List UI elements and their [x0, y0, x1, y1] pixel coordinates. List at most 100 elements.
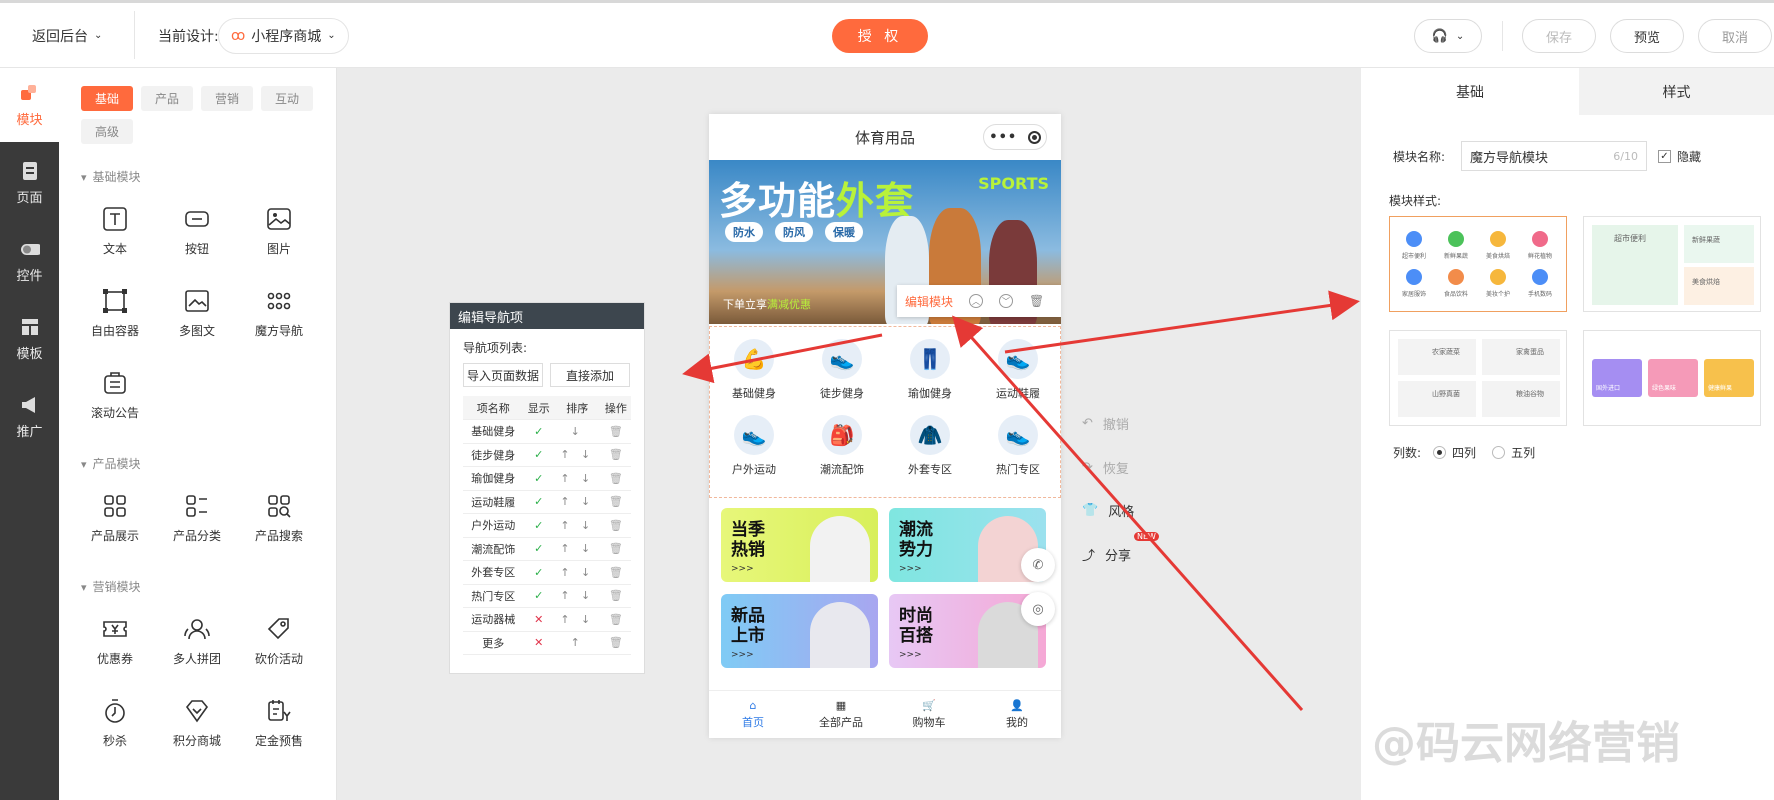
nav-grid-item[interactable]: 👟 热门专区: [974, 415, 1061, 493]
back-to-admin-button[interactable]: 返回后台 ⌄: [32, 3, 102, 68]
move-down-icon[interactable]: ﹀: [999, 294, 1014, 308]
module-cube-nav[interactable]: 魔方导航: [244, 288, 314, 358]
show-toggle[interactable]: ✕: [523, 607, 554, 632]
nav-grid-item[interactable]: 👟 徒步健身: [798, 339, 886, 417]
nav-grid-item[interactable]: 💪 基础健身: [710, 339, 798, 417]
table-row[interactable]: 徒步健身 ✓ ↑ ↓ 🗑: [463, 443, 631, 467]
show-toggle[interactable]: ✓: [523, 443, 554, 467]
sort-arrows[interactable]: ↑ ↓: [553, 537, 601, 561]
tab-all-products[interactable]: ▦ 全部产品: [797, 691, 885, 738]
delete-icon[interactable]: 🗑: [600, 443, 631, 467]
style-option-4[interactable]: 国外进口 绿色果味 健康鲜果: [1583, 330, 1761, 426]
phone-call-icon[interactable]: ✆: [1021, 548, 1055, 582]
import-page-data-button[interactable]: 导入页面数据: [463, 363, 543, 387]
delete-icon[interactable]: 🗑: [600, 419, 631, 444]
nav-grid-item[interactable]: 🎒 潮流配饰: [798, 415, 886, 493]
table-row[interactable]: 瑜伽健身 ✓ ↑ ↓ 🗑: [463, 466, 631, 491]
module-multi-image-text[interactable]: 多图文: [162, 288, 232, 358]
nav-module[interactable]: 模块: [0, 68, 59, 142]
nav-widget[interactable]: 控件: [0, 224, 59, 298]
delete-icon[interactable]: 🗑: [600, 584, 631, 608]
promo-card[interactable]: 新品 上市 >>>: [721, 594, 878, 668]
nav-grid-item[interactable]: 👟 运动鞋履: [974, 339, 1061, 417]
module-button[interactable]: 按钮: [162, 206, 232, 276]
tab-mine[interactable]: 👤 我的: [973, 691, 1061, 738]
preview-button[interactable]: 预览: [1610, 19, 1684, 53]
delete-icon[interactable]: 🗑: [600, 631, 631, 655]
hide-checkbox[interactable]: ✓ 隐藏: [1658, 148, 1701, 165]
show-toggle[interactable]: ✓: [523, 513, 554, 538]
sort-arrows[interactable]: ↑: [553, 631, 601, 655]
module-group-buy[interactable]: 多人拼团: [162, 616, 232, 686]
style-option-1[interactable]: 超市便利 新鲜果蔬 美食烘焙 鲜花植物 家居服饰 食品饮料 美妆个护 手机数码: [1389, 216, 1567, 312]
tab-style[interactable]: 样式: [1579, 68, 1774, 115]
module-scroll-notice[interactable]: 滚动公告: [80, 370, 150, 440]
table-row[interactable]: 运动器械 ✕ ↑ ↓ 🗑: [463, 607, 631, 632]
sort-arrows[interactable]: ↑ ↓: [553, 513, 601, 538]
table-row[interactable]: 运动鞋履 ✓ ↑ ↓ 🗑: [463, 490, 631, 514]
save-button[interactable]: 保存: [1522, 19, 1596, 53]
tag-product[interactable]: 产品: [141, 86, 193, 111]
share-button[interactable]: ⤴ 分享: [1082, 545, 1131, 564]
redo-button[interactable]: ↷ 恢复: [1082, 458, 1129, 477]
support-dropdown[interactable]: 🎧 ⌄: [1414, 19, 1482, 53]
table-row[interactable]: 潮流配饰 ✓ ↑ ↓ 🗑: [463, 537, 631, 561]
show-toggle[interactable]: ✓: [523, 584, 554, 608]
module-product-search[interactable]: 产品搜索: [244, 493, 314, 563]
tab-cart[interactable]: 🛒 购物车: [885, 691, 973, 738]
delete-icon[interactable]: 🗑: [600, 466, 631, 491]
table-row[interactable]: 热门专区 ✓ ↑ ↓ 🗑: [463, 584, 631, 608]
show-toggle[interactable]: ✓: [523, 419, 554, 444]
col-5-radio[interactable]: 五列: [1492, 444, 1535, 461]
tag-basic[interactable]: 基础: [81, 86, 133, 111]
sort-arrows[interactable]: ↑ ↓: [553, 443, 601, 467]
show-toggle[interactable]: ✓: [523, 466, 554, 491]
section-product[interactable]: 产品模块: [81, 455, 141, 472]
show-toggle[interactable]: ✓: [523, 537, 554, 561]
module-name-input[interactable]: 魔方导航模块 6/10: [1461, 141, 1647, 171]
undo-button[interactable]: ↶ 撤销: [1082, 414, 1129, 433]
tag-marketing[interactable]: 营销: [201, 86, 253, 111]
delete-icon[interactable]: 🗑: [600, 490, 631, 514]
sort-arrows[interactable]: ↑ ↓: [553, 466, 601, 491]
sort-arrows[interactable]: ↑ ↓: [553, 560, 601, 585]
authorize-button[interactable]: 授 权: [832, 19, 928, 53]
sort-arrows[interactable]: ↑ ↓: [553, 490, 601, 514]
module-product-display[interactable]: 产品展示: [80, 493, 150, 563]
delete-icon[interactable]: 🗑: [600, 607, 631, 632]
sort-arrows[interactable]: ↑ ↓: [553, 584, 601, 608]
delete-icon[interactable]: 🗑: [600, 560, 631, 585]
show-toggle[interactable]: ✕: [523, 631, 554, 655]
tab-home[interactable]: ⌂ 首页: [709, 691, 797, 738]
sort-arrows[interactable]: ↑ ↓: [553, 607, 601, 632]
module-bargain[interactable]: 砍价活动: [244, 616, 314, 686]
table-row[interactable]: 更多 ✕ ↑ 🗑: [463, 631, 631, 655]
style-option-3[interactable]: 农家蔬菜 家禽蛋品 山野真菌 粮油谷物: [1389, 330, 1567, 426]
nav-template[interactable]: 模板: [0, 302, 59, 376]
direct-add-button[interactable]: 直接添加: [550, 363, 630, 387]
nav-promote[interactable]: 推广: [0, 380, 59, 454]
table-row[interactable]: 外套专区 ✓ ↑ ↓ 🗑: [463, 560, 631, 585]
nav-page[interactable]: 页面: [0, 146, 59, 220]
module-image[interactable]: 图片: [244, 206, 314, 276]
section-basic[interactable]: 基础模块: [81, 168, 141, 185]
show-toggle[interactable]: ✓: [523, 560, 554, 585]
section-marketing[interactable]: 营销模块: [81, 578, 141, 595]
module-flash-sale[interactable]: 秒杀: [80, 698, 150, 768]
promo-card[interactable]: 当季 热销 >>>: [721, 508, 878, 582]
module-product-category[interactable]: 产品分类: [162, 493, 232, 563]
cube-nav-module[interactable]: 💪 基础健身 👟 徒步健身 👖 瑜伽健身 👟 运动鞋履 👟 户外运动 🎒 潮流配饰 🧥 外套专…: [709, 326, 1061, 498]
module-coupon[interactable]: 优惠券: [80, 616, 150, 686]
tag-advanced[interactable]: 高级: [81, 119, 133, 144]
move-up-icon[interactable]: ︿: [969, 294, 984, 308]
nav-grid-item[interactable]: 👟 户外运动: [710, 415, 798, 493]
module-text[interactable]: 文本: [80, 206, 150, 276]
module-deposit-presale[interactable]: 定金预售: [244, 698, 314, 768]
style-button[interactable]: 👕 风格: [1082, 501, 1134, 520]
wechat-icon[interactable]: ◎: [1021, 592, 1055, 626]
cancel-button[interactable]: 取消: [1698, 19, 1772, 53]
delete-icon[interactable]: 🗑: [600, 537, 631, 561]
show-toggle[interactable]: ✓: [523, 490, 554, 514]
nav-grid-item[interactable]: 🧥 外套专区: [886, 415, 974, 493]
module-points-mall[interactable]: 积分商城: [162, 698, 232, 768]
